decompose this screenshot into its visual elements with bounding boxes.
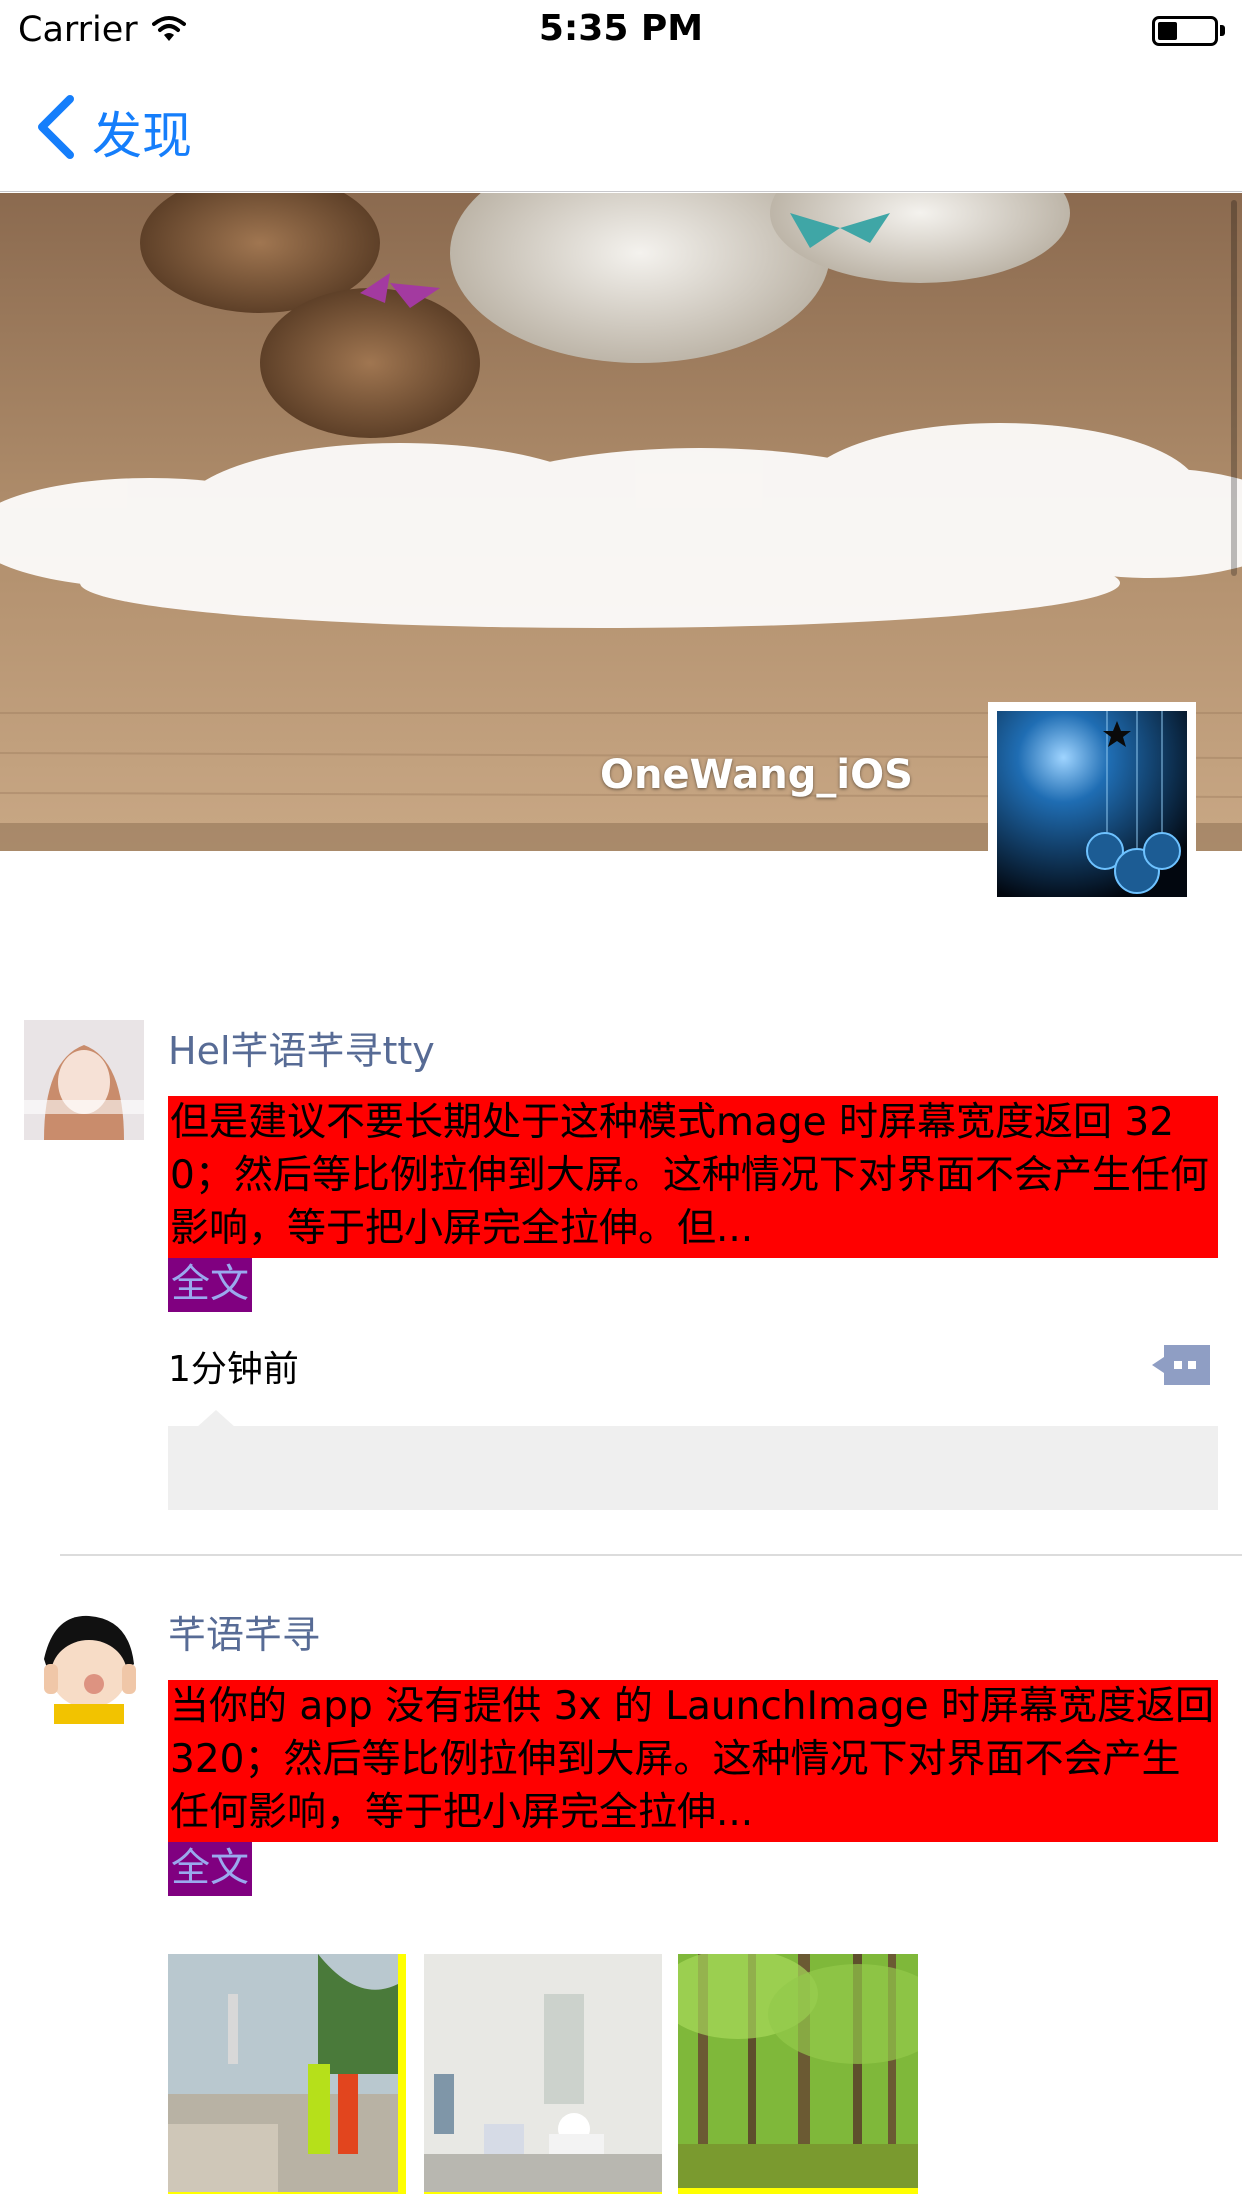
post-text: 但是建议不要长期处于这种模式mage 时屏幕宽度返回 320；然后等比例拉伸到大… <box>168 1096 1218 1258</box>
post-photo-image <box>168 1954 406 2194</box>
post-author-name[interactable]: Hel芊语芊寻tty <box>168 1020 435 1075</box>
back-chevron-icon[interactable] <box>34 95 78 159</box>
back-button[interactable]: 发现 <box>92 96 192 168</box>
scroll-indicator[interactable] <box>1231 200 1237 576</box>
full-text-button[interactable]: 全文 <box>168 1842 253 1896</box>
battery-level <box>1158 22 1177 40</box>
post-avatar-image <box>24 1604 144 1724</box>
post-avatar[interactable] <box>24 1020 144 1140</box>
post-text: 当你的 app 没有提供 3x 的 LaunchImage 时屏幕宽度返回 32… <box>168 1680 1218 1842</box>
comment-icon[interactable] <box>1152 1345 1210 1385</box>
post-photo[interactable] <box>168 1954 406 2194</box>
post-photo[interactable] <box>678 1954 918 2194</box>
battery-tip <box>1220 25 1225 36</box>
post-avatar-image <box>24 1020 144 1140</box>
post-avatar[interactable] <box>24 1604 144 1724</box>
status-time: 5:35 PM <box>538 8 704 49</box>
profile-avatar[interactable] <box>988 702 1196 906</box>
post-timestamp: 1分钟前 <box>168 1349 299 1390</box>
battery-icon <box>1152 16 1218 46</box>
profile-avatar-image <box>997 711 1187 897</box>
post-photo[interactable] <box>424 1954 662 2194</box>
full-text-button[interactable]: 全文 <box>168 1258 253 1312</box>
post-divider <box>60 1554 1242 1556</box>
post-photo-image <box>424 1954 662 2194</box>
post-author-name[interactable]: 芊语芊寻 <box>168 1604 320 1659</box>
profile-username[interactable]: OneWang_iOS <box>600 752 913 798</box>
post-photo-image <box>678 1954 918 2194</box>
comment-box <box>168 1426 1218 1510</box>
